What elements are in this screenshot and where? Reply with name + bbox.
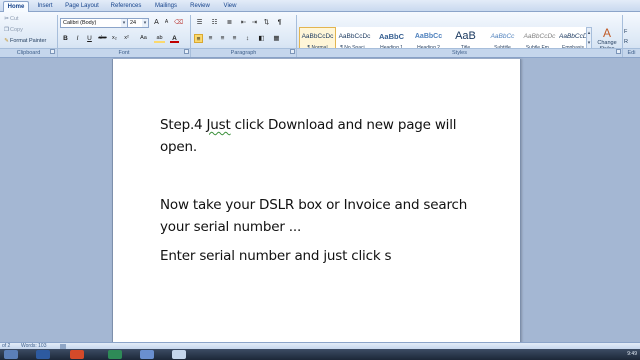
- style-sample: AaBbCcDc: [523, 33, 556, 40]
- document-text: Step.4: [160, 117, 207, 133]
- style-sample: AaB: [455, 30, 476, 42]
- style-sample: AaBbCc: [414, 33, 443, 40]
- format-painter-label: Format Painter: [10, 38, 47, 44]
- replace-button[interactable]: R: [624, 37, 640, 47]
- font-color-button[interactable]: A: [170, 34, 179, 43]
- change-case-button[interactable]: Aa: [138, 34, 149, 43]
- tab-home[interactable]: Home: [3, 1, 29, 12]
- clipboard-launcher-icon[interactable]: [50, 49, 55, 54]
- decrease-indent-icon[interactable]: ⇤: [239, 18, 248, 27]
- tab-mailings[interactable]: Mailings: [150, 1, 182, 12]
- start-button-icon[interactable]: [4, 350, 18, 359]
- align-right-icon[interactable]: ≡: [218, 34, 227, 43]
- document-text: click Download and new page will: [230, 117, 457, 133]
- change-styles-icon: A: [602, 26, 611, 40]
- excel-icon[interactable]: [108, 350, 122, 359]
- style-sample: AaBbCcDc: [338, 33, 371, 40]
- status-bar: of 2 Words: 103: [0, 342, 640, 349]
- document-line[interactable]: Now take your DSLR box or Invoice and se…: [160, 197, 467, 213]
- align-left-icon[interactable]: ≡: [194, 34, 203, 43]
- scissors-icon: ✂: [4, 16, 9, 22]
- shrink-font-icon[interactable]: A: [162, 18, 171, 27]
- cut-label: Cut: [10, 16, 19, 22]
- justify-icon[interactable]: ≡: [230, 34, 239, 43]
- bullets-icon[interactable]: ☰: [194, 18, 205, 27]
- subscript-button[interactable]: x₂: [110, 34, 119, 43]
- styles-launcher-icon[interactable]: [616, 49, 621, 54]
- italic-button[interactable]: I: [73, 34, 82, 43]
- line-spacing-icon[interactable]: ↕: [243, 34, 252, 43]
- tab-review[interactable]: Review: [186, 1, 214, 12]
- font-group-label: Font: [58, 48, 190, 57]
- copy-label: Copy: [10, 27, 23, 33]
- clock[interactable]: 9:49: [627, 351, 637, 357]
- clear-formatting-icon[interactable]: ⌫: [174, 18, 183, 27]
- grow-font-icon[interactable]: A: [152, 18, 161, 27]
- font-size-combo[interactable]: 24 ▾: [127, 18, 149, 28]
- browser-icon[interactable]: [70, 350, 84, 359]
- document-line[interactable]: open.: [160, 139, 197, 155]
- document-line[interactable]: your serial number ...: [160, 219, 301, 235]
- font-size-value: 24: [130, 20, 137, 26]
- font-family-value: Calibri (Body): [63, 20, 97, 26]
- document-line[interactable]: Enter serial number and just click s: [160, 248, 392, 264]
- document-line[interactable]: Step.4 Just click Download and new page …: [160, 117, 457, 133]
- paintbrush-icon: ✎: [4, 38, 9, 44]
- numbering-icon[interactable]: ☷: [209, 18, 220, 27]
- tab-view[interactable]: View: [218, 1, 242, 12]
- chevron-down-icon[interactable]: ▾: [142, 19, 148, 27]
- text-highlight-button[interactable]: ab: [154, 34, 165, 43]
- windows-taskbar: 9:49: [0, 349, 640, 360]
- system-tray: 9:49: [627, 350, 637, 359]
- clipboard-group-label: Clipboard: [0, 48, 57, 57]
- find-button[interactable]: F: [624, 27, 640, 37]
- increase-indent-icon[interactable]: ⇥: [250, 18, 259, 27]
- underline-button[interactable]: U: [85, 34, 94, 43]
- style-sample: AaBbCcDc: [559, 33, 587, 40]
- word-taskbar-icon[interactable]: [172, 350, 186, 359]
- show-formatting-marks-icon[interactable]: ¶: [275, 18, 284, 27]
- align-center-icon[interactable]: ≡: [206, 34, 215, 43]
- ribbon-tab-bar: Home Insert Page Layout References Maili…: [0, 0, 640, 12]
- explorer-icon[interactable]: [36, 350, 50, 359]
- app-icon[interactable]: [140, 350, 154, 359]
- ribbon: ✂Cut ❐Copy ✎Format Painter Clipboard Cal…: [0, 12, 640, 58]
- shading-icon[interactable]: ◧: [257, 34, 266, 43]
- style-sample: AaBbCc: [490, 33, 515, 40]
- style-sample: AaBbC: [378, 32, 404, 41]
- editing-group-label: Edi: [623, 48, 640, 57]
- tab-references[interactable]: References: [106, 1, 146, 12]
- tab-page-layout[interactable]: Page Layout: [60, 1, 104, 12]
- cut-button[interactable]: ✂Cut: [3, 15, 19, 24]
- strikethrough-button[interactable]: abe: [97, 34, 108, 43]
- paragraph-launcher-icon[interactable]: [290, 49, 295, 54]
- font-launcher-icon[interactable]: [184, 49, 189, 54]
- format-painter-button[interactable]: ✎Format Painter: [3, 37, 46, 46]
- bold-button[interactable]: B: [61, 34, 70, 43]
- style-sample: AaBbCcDc: [301, 33, 334, 40]
- grammar-flagged-word[interactable]: Just: [207, 117, 231, 133]
- copy-button[interactable]: ❐Copy: [3, 26, 23, 35]
- sort-icon[interactable]: ⇅: [262, 18, 271, 27]
- borders-icon[interactable]: ▦: [272, 34, 281, 43]
- paragraph-group-label: Paragraph: [191, 48, 296, 57]
- styles-group-label: Styles: [297, 48, 622, 57]
- copy-icon: ❐: [4, 27, 9, 33]
- tab-insert[interactable]: Insert: [32, 1, 58, 12]
- font-family-combo[interactable]: Calibri (Body) ▾: [60, 18, 128, 28]
- superscript-button[interactable]: x²: [122, 34, 131, 43]
- multilevel-list-icon[interactable]: ≣: [224, 18, 235, 27]
